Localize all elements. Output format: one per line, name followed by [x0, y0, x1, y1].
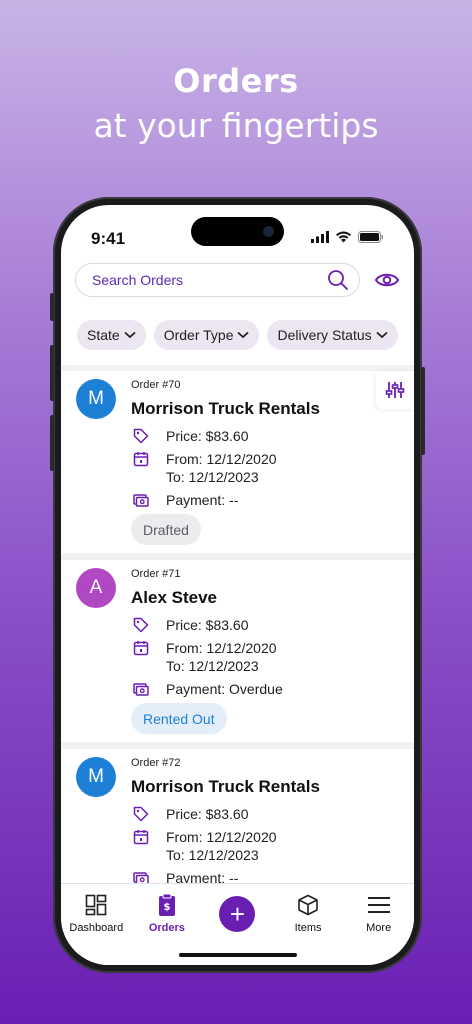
payment-row: Payment: Overdue — [133, 680, 283, 698]
date-row: From: 12/12/2020 To: 12/12/2023 — [133, 450, 277, 486]
filter-state[interactable]: State — [77, 320, 146, 350]
price: Price: $83.60 — [166, 428, 249, 444]
orders-icon: $ — [158, 893, 175, 916]
filter-chips: State Order Type Delivery Status — [77, 320, 414, 350]
date-row: From: 12/12/2020 To: 12/12/2023 — [133, 639, 277, 675]
menu-icon — [367, 897, 390, 913]
date-to: To: 12/12/2023 — [166, 469, 259, 485]
search-input[interactable] — [92, 272, 327, 288]
home-indicator — [179, 953, 297, 957]
search-icon[interactable] — [327, 269, 349, 291]
silent-switch — [50, 293, 54, 321]
box-icon — [298, 894, 318, 916]
tab-label: Items — [294, 922, 322, 934]
wifi-icon — [336, 231, 351, 243]
order-card[interactable]: M Order #70 Morrison Truck Rentals Price… — [61, 371, 414, 553]
payment-icon — [133, 683, 149, 696]
date-from: From: 12/12/2020 — [166, 640, 277, 656]
avatar: A — [76, 568, 116, 608]
filter-label: State — [87, 327, 120, 343]
dynamic-island — [191, 217, 284, 246]
price: Price: $83.60 — [166, 806, 249, 822]
volume-down-button — [50, 415, 54, 471]
status-bar: 9:41 — [61, 205, 414, 255]
avatar: M — [76, 379, 116, 419]
tab-more[interactable]: More — [349, 892, 409, 965]
signal-icon — [311, 231, 329, 243]
order-number: Order #70 — [131, 379, 181, 391]
status-time: 9:41 — [91, 229, 126, 248]
calendar-icon — [133, 830, 149, 845]
price-row: Price: $83.60 — [133, 616, 249, 634]
sliders-icon[interactable] — [376, 371, 414, 409]
phone-frame: 9:41 State Order Type Delivery Status — [50, 197, 425, 973]
tab-label: More — [366, 922, 392, 934]
filter-delivery-status[interactable]: Delivery Status — [267, 320, 398, 350]
customer-name: Morrison Truck Rentals — [131, 777, 320, 796]
filter-label: Order Type — [163, 327, 234, 343]
chevron-down-icon — [124, 331, 136, 339]
calendar-icon — [133, 452, 149, 467]
power-button — [421, 367, 425, 455]
screen: 9:41 State Order Type Delivery Status — [61, 205, 414, 965]
camera-icon — [263, 226, 274, 237]
price-row: Price: $83.60 — [133, 427, 249, 445]
price-row: Price: $83.60 — [133, 805, 249, 823]
calendar-icon — [133, 641, 149, 656]
hero: Orders at your fingertips — [0, 62, 472, 145]
order-card[interactable]: A Order #71 Alex Steve Price: $83.60 Fro… — [61, 560, 414, 742]
chevron-down-icon — [376, 331, 388, 339]
plus-icon[interactable]: + — [219, 896, 256, 932]
tab-label: Dashboard — [69, 922, 124, 934]
payment-icon — [133, 494, 149, 507]
search-box[interactable] — [75, 263, 360, 297]
payment: Payment: Overdue — [166, 681, 283, 697]
tag-icon — [133, 617, 149, 633]
tab-dashboard[interactable]: Dashboard — [66, 892, 126, 965]
search-row — [75, 263, 400, 297]
order-number: Order #71 — [131, 568, 181, 580]
hero-subtitle: at your fingertips — [93, 106, 379, 145]
volume-up-button — [50, 345, 54, 401]
avatar: M — [76, 757, 116, 797]
status-badge: Rented Out — [131, 703, 227, 734]
battery-icon — [358, 231, 383, 243]
payment: Payment: -- — [166, 492, 239, 508]
tab-bar: Dashboard $ Orders + Items More — [61, 883, 414, 965]
dashboard-icon — [85, 894, 107, 916]
eye-icon[interactable] — [374, 267, 400, 293]
order-list: M Order #70 Morrison Truck Rentals Price… — [61, 365, 414, 885]
status-badge: Drafted — [131, 514, 201, 545]
status-icons — [311, 231, 384, 243]
date-from: From: 12/12/2020 — [166, 451, 277, 467]
order-card[interactable]: M Order #72 Morrison Truck Rentals Price… — [61, 749, 414, 885]
customer-name: Morrison Truck Rentals — [131, 399, 320, 418]
order-number: Order #72 — [131, 757, 181, 769]
date-from: From: 12/12/2020 — [166, 829, 277, 845]
filter-label: Delivery Status — [277, 327, 372, 343]
tab-label: Orders — [148, 922, 185, 934]
hero-title: Orders — [173, 62, 299, 100]
svg-text:$: $ — [163, 902, 170, 913]
chevron-down-icon — [237, 331, 250, 339]
filter-order-type[interactable]: Order Type — [153, 320, 260, 350]
date-row: From: 12/12/2020 To: 12/12/2023 — [133, 828, 277, 864]
payment-row: Payment: -- — [133, 491, 238, 509]
date-to: To: 12/12/2023 — [166, 658, 259, 674]
customer-name: Alex Steve — [131, 588, 217, 607]
price: Price: $83.60 — [166, 617, 249, 633]
tag-icon — [133, 428, 149, 444]
tag-icon — [133, 806, 149, 822]
date-to: To: 12/12/2023 — [166, 847, 259, 863]
